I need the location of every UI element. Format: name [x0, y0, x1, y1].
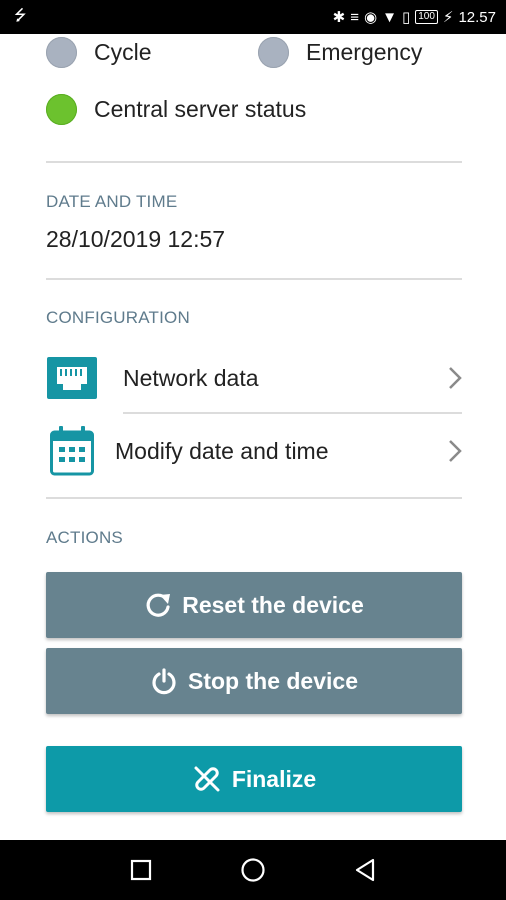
divider	[46, 278, 462, 280]
bluetooth-icon: ✱	[332, 9, 346, 26]
charging-icon: ⚡	[442, 9, 454, 26]
wifi-icon: ▼	[382, 8, 397, 26]
status-emergency-label: Emergency	[306, 39, 423, 65]
status-cycle-label: Cycle	[94, 39, 152, 65]
refresh-icon	[146, 593, 171, 617]
divider	[46, 161, 462, 163]
status-central-server-label: Central server status	[94, 96, 307, 122]
date-time-value: 28/10/2019 12:57	[46, 226, 226, 252]
back-button[interactable]	[309, 858, 421, 882]
recents-button[interactable]	[85, 859, 197, 881]
actions-header: ACTIONS	[46, 528, 123, 547]
main-content: Cycle Emergency Central server status DA…	[0, 34, 506, 840]
power-icon	[152, 668, 176, 695]
network-data-label: Network data	[123, 364, 259, 391]
calendar-icon	[46, 426, 98, 476]
eye-icon: ◉	[364, 9, 378, 26]
sim-icon: ▯	[401, 9, 411, 26]
chevron-right-icon	[449, 367, 462, 389]
ethernet-icon	[46, 355, 98, 401]
finalize-button[interactable]: Finalize	[46, 746, 462, 812]
status-bar: ⭍ ✱ ≡ ◉ ▼ ▯ 100 ⚡ 12.57	[0, 0, 506, 34]
triangle-back-icon	[355, 858, 375, 882]
divider	[46, 497, 462, 499]
modify-date-time-label: Modify date and time	[115, 437, 329, 464]
circle-icon	[241, 858, 265, 882]
usb-icon: ⭍	[14, 6, 27, 24]
navigation-bar	[0, 840, 506, 900]
square-icon	[130, 859, 152, 881]
server-indicator-icon	[46, 94, 77, 125]
cycle-indicator-icon	[46, 37, 77, 68]
finalize-label: Finalize	[231, 765, 317, 792]
vibrate-icon: ≡	[350, 8, 359, 26]
chevron-right-icon	[449, 440, 462, 462]
status-bar-right: ✱ ≡ ◉ ▼ ▯ 100 ⚡ 12.57	[332, 8, 496, 27]
date-time-header: DATE AND TIME	[46, 192, 178, 211]
stop-device-button[interactable]: Stop the device	[46, 648, 462, 714]
modify-date-time-item[interactable]: Modify date and time	[46, 421, 462, 481]
stop-device-label: Stop the device	[188, 667, 358, 694]
divider	[123, 412, 462, 414]
clock: 12.57	[458, 8, 496, 26]
configuration-header: CONFIGURATION	[46, 308, 190, 327]
home-button[interactable]	[197, 857, 309, 883]
reset-device-button[interactable]: Reset the device	[46, 572, 462, 638]
emergency-indicator-icon	[258, 37, 289, 68]
network-data-item[interactable]: Network data	[46, 348, 462, 408]
status-central-server: Central server status	[46, 94, 306, 125]
status-emergency: Emergency	[258, 37, 422, 68]
unlink-icon	[194, 766, 220, 792]
reset-device-label: Reset the device	[182, 591, 364, 618]
battery-icon: 100	[415, 10, 438, 24]
status-cycle: Cycle	[46, 37, 152, 68]
